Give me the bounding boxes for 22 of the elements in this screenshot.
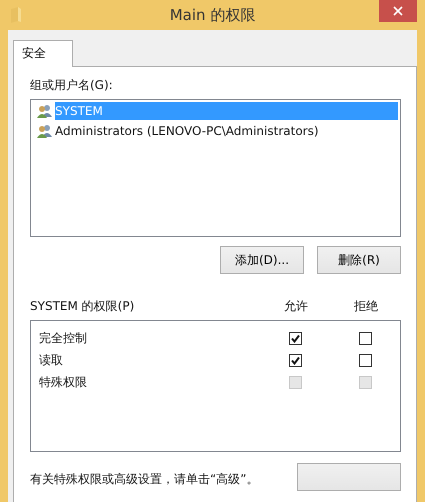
advanced-hint: 有关特殊权限或高级设置，请单击“高级”。 bbox=[30, 471, 258, 488]
permission-name: 特殊权限 bbox=[39, 374, 88, 390]
window-title: Main 的权限 bbox=[170, 6, 256, 24]
permissions-label: SYSTEM 的权限(P) bbox=[30, 298, 136, 315]
users-icon bbox=[36, 124, 53, 138]
user-item[interactable]: Administrators (LENOVO-PC\Administrators) bbox=[33, 121, 398, 141]
column-header: 拒绝 bbox=[353, 298, 379, 315]
permission-name: 完全控制 bbox=[39, 330, 88, 346]
close-icon bbox=[393, 6, 403, 16]
folder-icon bbox=[10, 7, 22, 23]
dialog-button[interactable]: 添加(D)... bbox=[220, 246, 304, 274]
permission-name: 读取 bbox=[39, 352, 64, 368]
dialog-button[interactable]: 删除(R) bbox=[317, 246, 401, 274]
users-icon bbox=[36, 104, 53, 118]
users-label: 组或用户名(G): bbox=[30, 77, 114, 94]
checkbox[interactable] bbox=[288, 332, 302, 344]
column-header: 允许 bbox=[283, 298, 309, 315]
close-button[interactable] bbox=[379, 0, 417, 22]
checkbox[interactable] bbox=[288, 354, 302, 366]
checkbox[interactable] bbox=[358, 332, 372, 344]
checkbox[interactable] bbox=[358, 354, 372, 366]
tab[interactable]: 安全 bbox=[13, 40, 73, 67]
